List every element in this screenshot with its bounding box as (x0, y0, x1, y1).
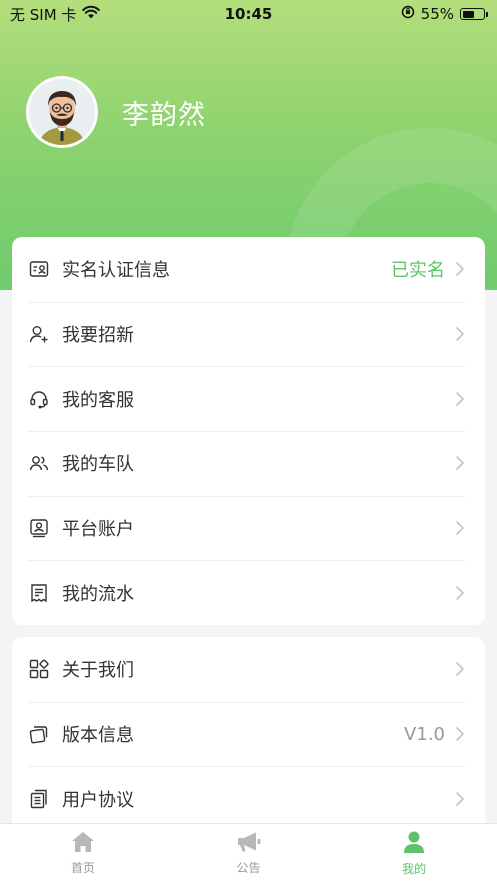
megaphone-icon (236, 831, 262, 857)
menu-item-headset[interactable]: 我的客服 (28, 366, 465, 431)
menu-item-label: 我的客服 (62, 389, 134, 411)
add-user-icon (28, 323, 50, 345)
account-icon (28, 517, 50, 539)
menu-card-secondary: 关于我们版本信息 V1.0 用户协议 (12, 637, 485, 837)
receipt-icon (28, 582, 50, 604)
menu-item-receipt[interactable]: 我的流水 (28, 560, 465, 625)
menu-card-primary: 实名认证信息 已实名我要招新我的客服我的车队平台账户我的流水 (12, 237, 485, 625)
menu-item-label: 我的车队 (62, 454, 134, 476)
chevron-right-icon (455, 661, 465, 677)
menu-item-label: 我要招新 (62, 325, 134, 347)
avatar[interactable] (26, 76, 98, 148)
status-bar: 无 SIM 卡 10:45 55% (0, 0, 497, 28)
profile-header[interactable]: 李韵然 (26, 76, 206, 148)
menu-item-label: 版本信息 (62, 725, 134, 747)
menu-item-value: 已实名 (391, 260, 445, 282)
headset-icon (28, 388, 50, 410)
menu-item-label: 平台账户 (62, 519, 134, 541)
document-icon (28, 788, 50, 810)
menu-item-team[interactable]: 我的车队 (28, 431, 465, 496)
username: 李韵然 (122, 99, 206, 131)
apps-icon (28, 658, 50, 680)
chevron-right-icon (455, 261, 465, 277)
chevron-right-icon (455, 791, 465, 807)
menu-item-value: V1.0 (404, 723, 445, 745)
layers-icon (28, 723, 50, 745)
menu-item-id-card[interactable]: 实名认证信息 已实名 (28, 237, 465, 302)
team-icon (28, 452, 50, 474)
chevron-right-icon (455, 520, 465, 536)
chevron-right-icon (455, 326, 465, 342)
chevron-right-icon (455, 585, 465, 601)
menu-item-layers[interactable]: 版本信息 V1.0 (28, 701, 465, 767)
tab-megaphone[interactable]: 公告 (166, 824, 332, 883)
battery-icon (460, 8, 488, 20)
profile-icon (402, 830, 426, 858)
tab-label: 公告 (236, 861, 261, 875)
home-icon (71, 831, 95, 857)
menu-item-apps[interactable]: 关于我们 (28, 637, 465, 702)
menu-item-label: 用户协议 (62, 789, 134, 811)
orientation-lock-icon (401, 5, 415, 23)
tab-label: 我的 (402, 862, 427, 876)
chevron-right-icon (455, 455, 465, 471)
menu-item-label: 实名认证信息 (62, 260, 170, 282)
chevron-right-icon (455, 726, 465, 742)
battery-percent: 55% (420, 5, 454, 23)
wifi-icon (82, 5, 101, 23)
chevron-right-icon (455, 391, 465, 407)
carrier-label: 无 SIM 卡 (10, 5, 77, 24)
tab-home[interactable]: 首页 (0, 824, 166, 883)
menu-item-add-user[interactable]: 我要招新 (28, 301, 465, 367)
tab-profile[interactable]: 我的 (331, 824, 497, 883)
menu-item-label: 关于我们 (62, 660, 134, 682)
menu-item-label: 我的流水 (62, 583, 134, 605)
id-card-icon (28, 258, 50, 280)
menu-item-document[interactable]: 用户协议 (28, 766, 465, 831)
menu-item-account[interactable]: 平台账户 (28, 495, 465, 561)
bottom-tab-bar: 首页 公告 我的 (0, 823, 497, 883)
tab-label: 首页 (70, 861, 95, 875)
